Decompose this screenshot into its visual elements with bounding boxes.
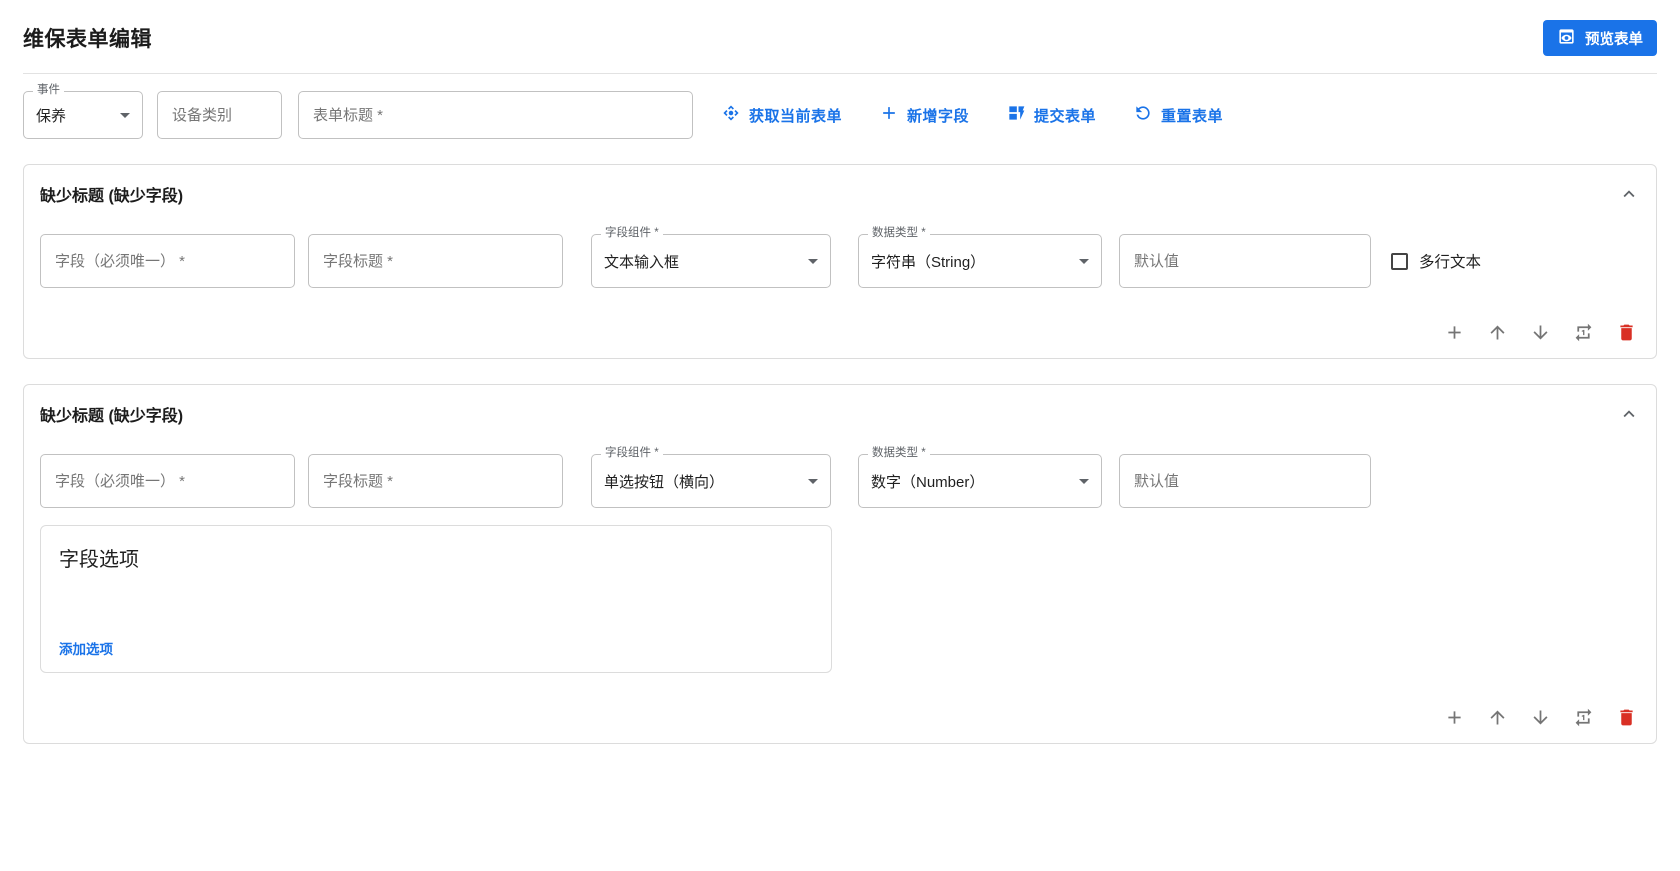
- add-field-label: 新增字段: [907, 107, 970, 125]
- field-title-input[interactable]: [308, 454, 563, 508]
- multiline-checkbox-label: 多行文本: [1419, 254, 1482, 271]
- caret-down-icon: [1079, 258, 1089, 264]
- header-divider: [23, 73, 1657, 74]
- caret-down-icon: [1079, 478, 1089, 484]
- delete-card-button[interactable]: [1614, 705, 1638, 729]
- device-category-input[interactable]: [157, 91, 282, 139]
- rotate-left-icon: [1133, 103, 1153, 127]
- dynamic-form-icon: [1006, 103, 1026, 127]
- field-key-input[interactable]: [40, 454, 295, 508]
- preview-form-label: 预览表单: [1585, 31, 1643, 48]
- field-component-select-label: 字段组件 *: [601, 227, 663, 240]
- field-card-1-title: 缺少标题 (缺少字段): [40, 188, 184, 205]
- field-card-1-fields: 字段组件 * 文本输入框 数据类型 * 字符串（String） 多行文本: [40, 227, 1640, 288]
- field-card-1-header: 缺少标题 (缺少字段): [40, 182, 1640, 206]
- checkbox-unchecked-icon[interactable]: [1391, 252, 1408, 270]
- field-options-box: 字段选项 添加选项: [40, 525, 832, 673]
- data-type-select-value: 字符串（String）: [871, 253, 986, 271]
- arrow-up-icon: [1487, 710, 1508, 731]
- delete-card-button[interactable]: [1614, 320, 1638, 344]
- arrow-up-icon: [1487, 325, 1508, 346]
- submit-form-button[interactable]: 提交表单: [1006, 103, 1096, 127]
- data-type-select-value: 数字（Number）: [871, 473, 985, 491]
- caret-down-icon: [808, 478, 818, 484]
- duplicate-button[interactable]: [1571, 705, 1595, 729]
- default-value-input[interactable]: [1119, 454, 1371, 508]
- field-key-input[interactable]: [40, 234, 295, 288]
- fetch-current-form-label: 获取当前表单: [749, 107, 843, 125]
- field-card-2-header: 缺少标题 (缺少字段): [40, 402, 1640, 426]
- field-card-2-title: 缺少标题 (缺少字段): [40, 408, 184, 425]
- form-title-input[interactable]: [298, 91, 693, 139]
- add-sub-field-button[interactable]: [1442, 705, 1466, 729]
- field-component-select[interactable]: 字段组件 * 文本输入框: [591, 227, 831, 288]
- field-component-select[interactable]: 字段组件 * 单选按钮（横向）: [591, 447, 831, 508]
- field-component-select-label: 字段组件 *: [601, 447, 663, 460]
- field-title-input[interactable]: [308, 234, 563, 288]
- form-editor-page: 维保表单编辑 预览表单 事件 保养 获取当前表单: [0, 0, 1680, 744]
- event-select-value: 保养: [36, 107, 67, 125]
- field-options-title: 字段选项: [59, 549, 139, 571]
- add-field-button[interactable]: 新增字段: [879, 103, 969, 127]
- submit-form-label: 提交表单: [1034, 107, 1097, 125]
- preview-eye-icon: [1557, 27, 1576, 50]
- caret-down-icon: [808, 258, 818, 264]
- field-component-select-value: 单选按钮（横向）: [604, 473, 725, 491]
- move-down-button[interactable]: [1528, 320, 1552, 344]
- trash-icon: [1616, 324, 1637, 346]
- move-up-button[interactable]: [1485, 705, 1509, 729]
- caret-down-icon: [120, 112, 130, 118]
- multiline-checkbox[interactable]: 多行文本: [1391, 250, 1481, 272]
- repeat-one-icon: [1573, 323, 1594, 346]
- arrow-down-icon: [1530, 325, 1551, 346]
- collapse-button[interactable]: [1618, 183, 1640, 205]
- preview-form-button[interactable]: 预览表单: [1543, 20, 1657, 56]
- reset-form-button[interactable]: 重置表单: [1133, 103, 1223, 127]
- field-component-select-value: 文本输入框: [604, 253, 680, 271]
- data-type-select-label: 数据类型 *: [868, 227, 930, 240]
- repeat-one-icon: [1573, 708, 1594, 731]
- add-sub-field-button[interactable]: [1442, 320, 1466, 344]
- move-down-button[interactable]: [1528, 705, 1552, 729]
- field-card-2: 缺少标题 (缺少字段) 字段组件 * 单选按钮（横向） 数据类型 * 数字（Nu…: [23, 384, 1657, 744]
- plus-icon: [1444, 710, 1465, 731]
- title-bar: 维保表单编辑 预览表单: [23, 0, 1657, 56]
- collapse-button[interactable]: [1618, 403, 1640, 425]
- data-type-select-label: 数据类型 *: [868, 447, 930, 460]
- chevron-up-icon: [1618, 410, 1640, 428]
- field-card-1: 缺少标题 (缺少字段) 字段组件 * 文本输入框 数据类型 * 字符串（Stri…: [23, 164, 1657, 359]
- plus-icon: [1444, 325, 1465, 346]
- chevron-up-icon: [1618, 190, 1640, 208]
- trash-icon: [1616, 709, 1637, 731]
- event-select-label: 事件: [33, 84, 64, 97]
- field-card-2-footer: [40, 705, 1640, 729]
- reset-form-label: 重置表单: [1161, 107, 1224, 125]
- toolbar: 事件 保养 获取当前表单 新增字段 提交: [23, 84, 1657, 139]
- event-select[interactable]: 事件 保养: [23, 84, 143, 139]
- default-value-input[interactable]: [1119, 234, 1371, 288]
- toolbar-actions: 获取当前表单 新增字段 提交表单 重置表单: [721, 103, 1223, 127]
- field-card-1-footer: [40, 320, 1640, 344]
- page-title: 维保表单编辑: [23, 28, 152, 51]
- add-option-link[interactable]: 添加选项: [59, 638, 113, 658]
- plus-icon: [879, 103, 899, 127]
- field-card-2-fields: 字段组件 * 单选按钮（横向） 数据类型 * 数字（Number）: [40, 447, 1640, 508]
- duplicate-button[interactable]: [1571, 320, 1595, 344]
- move-up-button[interactable]: [1485, 320, 1509, 344]
- fetch-current-form-button[interactable]: 获取当前表单: [721, 103, 842, 127]
- four-direction-arrows-icon: [721, 103, 741, 127]
- data-type-select[interactable]: 数据类型 * 数字（Number）: [858, 447, 1102, 508]
- data-type-select[interactable]: 数据类型 * 字符串（String）: [858, 227, 1102, 288]
- arrow-down-icon: [1530, 710, 1551, 731]
